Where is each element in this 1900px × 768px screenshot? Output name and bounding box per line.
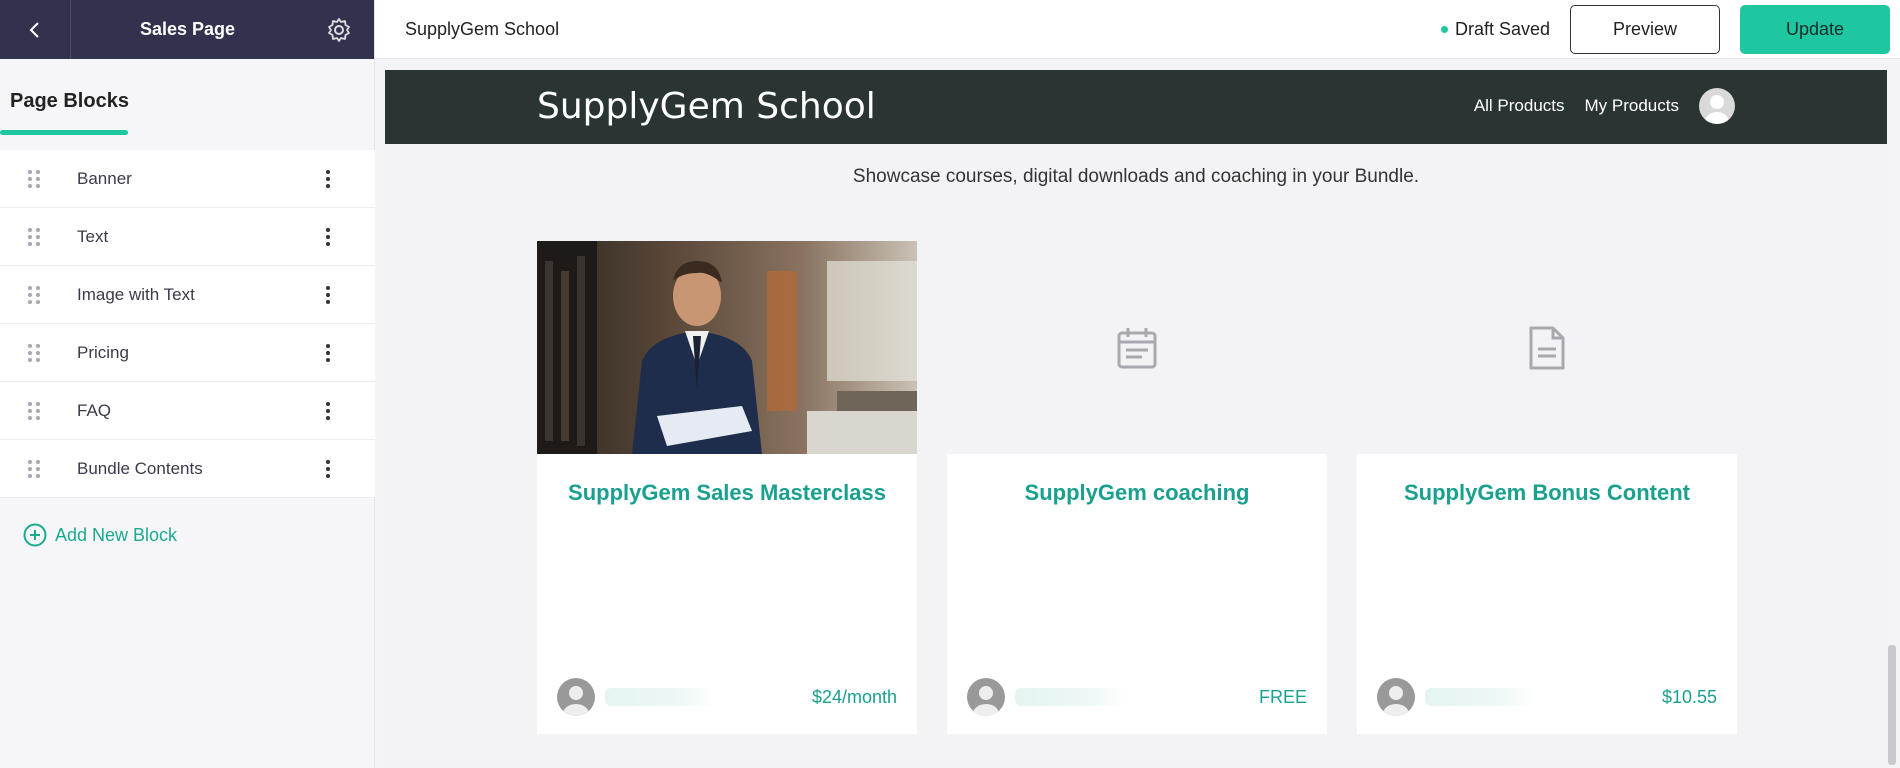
product-card[interactable]: SupplyGem Sales Masterclass $24/month xyxy=(537,241,917,734)
preview-nav: All Products My Products xyxy=(1474,88,1735,124)
preview-header: SupplyGem School All Products My Product… xyxy=(385,70,1887,144)
product-price: $10.55 xyxy=(1661,686,1717,707)
user-avatar[interactable] xyxy=(1699,88,1735,124)
site-name: SupplyGem School xyxy=(405,18,560,39)
product-title[interactable]: SupplyGem coaching xyxy=(947,454,1327,506)
more-options-icon[interactable] xyxy=(303,343,353,362)
bundle-subtitle: Showcase courses, digital downloads and … xyxy=(852,166,1420,187)
drag-handle-icon[interactable] xyxy=(0,401,70,420)
chevron-left-icon xyxy=(29,21,39,38)
block-item-faq[interactable]: FAQ xyxy=(0,382,375,440)
author-avatar xyxy=(967,678,1005,716)
more-options-icon[interactable] xyxy=(303,227,353,246)
block-label: Image with Text xyxy=(77,284,195,304)
card-body: SupplyGem Sales Masterclass $24/month xyxy=(537,454,917,734)
update-button[interactable]: Update xyxy=(1740,4,1890,54)
author xyxy=(1377,678,1535,716)
card-body: SupplyGem Bonus Content $10.55 xyxy=(1357,454,1737,734)
preview-scrollbar[interactable] xyxy=(1888,70,1896,768)
block-list: Banner Text Image with Text Pricing FAQ … xyxy=(0,150,375,498)
product-image-placeholder xyxy=(1357,241,1737,454)
block-item-image-with-text[interactable]: Image with Text xyxy=(0,266,375,324)
product-photo xyxy=(537,241,917,454)
block-item-banner[interactable]: Banner xyxy=(0,150,375,208)
more-options-icon[interactable] xyxy=(303,169,353,188)
product-price: FREE xyxy=(1258,686,1307,707)
add-new-block-button[interactable]: Add New Block xyxy=(23,523,177,547)
author-avatar xyxy=(1377,678,1415,716)
user-icon xyxy=(563,686,589,716)
product-image-placeholder xyxy=(947,241,1327,454)
product-cards: SupplyGem Sales Masterclass $24/month Su… xyxy=(537,241,1737,734)
nav-my-products[interactable]: My Products xyxy=(1585,96,1679,116)
product-title[interactable]: SupplyGem Sales Masterclass xyxy=(537,454,917,506)
editor-topbar: SupplyGem School Draft Saved Preview Upd… xyxy=(375,0,1900,59)
calendar-icon xyxy=(1117,327,1157,368)
page-preview[interactable]: SupplyGem School All Products My Product… xyxy=(385,70,1887,768)
author-name-redacted xyxy=(1015,688,1125,706)
tab-underline xyxy=(0,130,128,135)
product-card[interactable]: SupplyGem coaching FREE xyxy=(947,241,1327,734)
card-body: SupplyGem coaching FREE xyxy=(947,454,1327,734)
more-options-icon[interactable] xyxy=(303,401,353,420)
product-card[interactable]: SupplyGem Bonus Content $10.55 xyxy=(1357,241,1737,734)
school-title[interactable]: SupplyGem School xyxy=(537,86,876,127)
sidebar-header: Sales Page xyxy=(0,0,374,59)
user-icon xyxy=(973,686,999,716)
drag-handle-icon[interactable] xyxy=(0,227,70,246)
user-icon xyxy=(1383,686,1409,716)
plus-circle-icon xyxy=(23,523,47,547)
gear-icon xyxy=(328,17,350,42)
save-status-label: Draft Saved xyxy=(1454,18,1550,39)
preview-button[interactable]: Preview xyxy=(1570,4,1720,54)
block-label: Text xyxy=(77,226,109,246)
author-name-redacted xyxy=(1425,688,1535,706)
sidebar-title: Sales Page xyxy=(139,19,236,39)
block-item-text[interactable]: Text xyxy=(0,208,375,266)
product-image xyxy=(537,241,917,454)
product-title[interactable]: SupplyGem Bonus Content xyxy=(1357,454,1737,506)
block-label: Banner xyxy=(77,168,132,188)
drag-handle-icon[interactable] xyxy=(0,343,70,362)
card-footer: FREE xyxy=(967,678,1307,716)
block-item-bundle-contents[interactable]: Bundle Contents xyxy=(0,440,375,498)
document-icon xyxy=(1529,326,1565,369)
add-new-block-label: Add New Block xyxy=(55,524,178,545)
tab-page-blocks[interactable]: Page Blocks xyxy=(10,90,129,113)
drag-handle-icon[interactable] xyxy=(0,285,70,304)
user-icon xyxy=(1705,95,1729,124)
author-name-redacted xyxy=(605,688,715,706)
save-status: Draft Saved xyxy=(1440,18,1550,40)
card-footer: $10.55 xyxy=(1377,678,1717,716)
author xyxy=(967,678,1125,716)
settings-button[interactable] xyxy=(304,0,374,59)
card-footer: $24/month xyxy=(557,678,897,716)
author-avatar xyxy=(557,678,595,716)
status-dot-icon xyxy=(1440,25,1448,33)
block-label: Pricing xyxy=(77,342,129,362)
nav-all-products[interactable]: All Products xyxy=(1474,96,1565,116)
block-label: FAQ xyxy=(77,400,112,420)
author xyxy=(557,678,715,716)
block-label: Bundle Contents xyxy=(77,458,203,478)
scrollbar-thumb[interactable] xyxy=(1888,645,1896,765)
drag-handle-icon[interactable] xyxy=(0,459,70,478)
sidebar: Sales Page Page Blocks Banner Text Image… xyxy=(0,0,375,768)
back-button[interactable] xyxy=(0,0,71,59)
drag-handle-icon[interactable] xyxy=(0,169,70,188)
block-item-pricing[interactable]: Pricing xyxy=(0,324,375,382)
product-price: $24/month xyxy=(811,686,897,707)
more-options-icon[interactable] xyxy=(303,459,353,478)
more-options-icon[interactable] xyxy=(303,285,353,304)
